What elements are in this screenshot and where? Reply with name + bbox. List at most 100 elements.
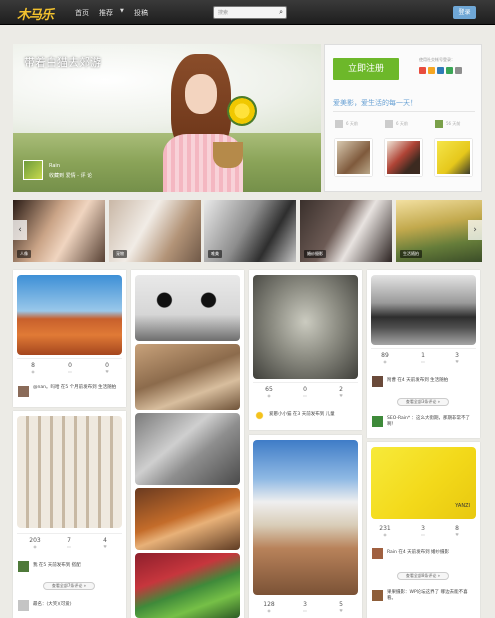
sun-icon[interactable] xyxy=(254,410,265,421)
view-all-comments-button[interactable]: 查看全部7条评论 » xyxy=(43,582,95,590)
login-button[interactable]: 登录 xyxy=(453,6,476,19)
recent-photo-thumb[interactable] xyxy=(435,139,472,176)
avatar[interactable] xyxy=(372,376,383,387)
photo-bicycle-couple[interactable]: YANZI xyxy=(371,447,476,519)
nav-link-recommend[interactable]: 推荐 xyxy=(99,8,113,18)
heart-icon[interactable]: ♥ xyxy=(331,393,351,398)
carousel-next-icon[interactable]: › xyxy=(468,220,482,240)
carousel-item-wedding[interactable]: 婚纱摄影 xyxy=(300,200,392,262)
douban-icon[interactable] xyxy=(446,67,453,74)
carousel-prev-icon[interactable]: ‹ xyxy=(13,220,27,240)
photo-llama-girl[interactable] xyxy=(253,440,358,595)
heart-icon[interactable]: ♥ xyxy=(447,359,467,364)
comments-count: 3 ▭ xyxy=(295,601,315,613)
photo-kangaroos[interactable] xyxy=(135,344,240,410)
photo-foxes[interactable] xyxy=(135,488,240,550)
stat-value: 8 xyxy=(455,525,459,532)
user-icon xyxy=(335,120,343,128)
view-all-comments-button[interactable]: 查看全部3条评论 » xyxy=(397,398,449,406)
stat-value: 128 xyxy=(263,601,275,608)
comments-count: 0 ▭ xyxy=(60,362,80,374)
weibo-icon[interactable] xyxy=(419,67,426,74)
likes-count: 8 ♥ xyxy=(447,525,467,537)
views-count: 65 ◉ xyxy=(259,386,279,398)
recent-photo-thumb[interactable] xyxy=(335,139,372,176)
divider xyxy=(371,348,476,349)
photo-vintage-car[interactable] xyxy=(371,275,476,345)
card-comment: @nan。吗哈 在5 个月前发布到 生活随拍 xyxy=(33,385,117,390)
stat-value: 203 xyxy=(29,537,41,544)
photo-caption: YANZI xyxy=(455,503,470,509)
avatar[interactable] xyxy=(23,160,43,180)
avatar[interactable] xyxy=(18,561,29,572)
hero-meta: 收藏到 爱情 - 评 论 xyxy=(49,173,93,179)
stat-value: 7 xyxy=(67,537,71,544)
comments-count: 1 ▭ xyxy=(413,352,433,364)
eye-icon: ◉ xyxy=(383,359,387,364)
card-comment: 附曹 在4 天前发布到 生活随拍 xyxy=(387,378,449,383)
eye-icon: ◉ xyxy=(31,369,35,374)
search-placeholder: 搜索 xyxy=(218,10,229,16)
stat-value: 3 xyxy=(303,601,307,608)
avatar[interactable] xyxy=(18,600,29,611)
recent-photo-thumb[interactable] xyxy=(385,139,422,176)
views-count: 89 ◉ xyxy=(375,352,395,364)
photo-bears-shelf[interactable] xyxy=(17,416,122,528)
photo-card: 8 ◉ 0 ▭ 0 ♥ @nan。吗哈 在5 个月前发布到 生活随拍 xyxy=(13,270,126,407)
stat-value: 2 xyxy=(339,386,343,393)
card-comment: 最名：(大笑)(可爱) xyxy=(33,602,72,607)
heart-icon[interactable]: ♥ xyxy=(97,369,117,374)
slogan: 爱美影，爱生活的每一天！ xyxy=(333,99,417,107)
photo-card-collage xyxy=(131,270,244,618)
divider xyxy=(17,358,122,359)
tencent-icon[interactable] xyxy=(455,67,462,74)
hero-banner[interactable]: 带着白猫去郊游 Rain 收藏到 爱情 - 评 论 xyxy=(13,44,321,192)
carousel-tag: 婚纱摄影 xyxy=(304,250,326,258)
avatar[interactable] xyxy=(372,416,383,427)
likes-count: 4 ♥ xyxy=(95,537,115,549)
search-input[interactable]: 搜索 ⌕ xyxy=(213,6,287,19)
carousel-item-pets[interactable]: 宠物 xyxy=(109,200,201,262)
photo-parrots[interactable] xyxy=(135,553,240,618)
heart-icon[interactable]: ♥ xyxy=(331,608,351,613)
carousel-tag: 生活随拍 xyxy=(400,250,422,258)
avatar[interactable] xyxy=(372,548,383,559)
qq-icon[interactable] xyxy=(428,67,435,74)
nav-link-submit[interactable]: 投稿 xyxy=(134,8,148,18)
chevron-down-icon[interactable]: ▼ xyxy=(120,8,124,14)
divider xyxy=(253,382,358,383)
heart-icon[interactable]: ♥ xyxy=(95,544,115,549)
user-time-3: 56 天前 xyxy=(446,121,461,126)
stat-value: 65 xyxy=(265,386,273,393)
renren-icon[interactable] xyxy=(437,67,444,74)
register-button[interactable]: 立即注册 xyxy=(333,58,399,80)
view-all-comments-button[interactable]: 查看全部8条评论 » xyxy=(397,572,449,580)
hero-photo-flowers xyxy=(227,96,257,126)
stat-value: 3 xyxy=(455,352,459,359)
photo-cats[interactable] xyxy=(135,413,240,485)
photo-pandas[interactable] xyxy=(135,275,240,341)
views-count: 8 ◉ xyxy=(23,362,43,374)
hero-title[interactable]: 带着白猫去郊游 xyxy=(24,54,101,70)
stat-value: 231 xyxy=(379,525,391,532)
user-time-1: 6 天前 xyxy=(346,121,358,126)
user-icon xyxy=(385,120,393,128)
carousel-item-aesthetic[interactable]: 唯美 xyxy=(204,200,296,262)
hero-username[interactable]: Rain xyxy=(49,163,60,169)
views-count: 203 ◉ xyxy=(25,537,45,549)
nav-link-home[interactable]: 首页 xyxy=(75,8,89,18)
hero-photo-face xyxy=(185,74,217,114)
social-login-title: 使用社交帐号登录： xyxy=(419,57,455,62)
photo-card: 89 ◉ 1 ▭ 3 ♥ 附曹 在4 天前发布到 生活随拍 查看全部3条评论 » SE… xyxy=(367,270,480,438)
avatar[interactable] xyxy=(372,590,383,601)
avatar[interactable] xyxy=(18,386,29,397)
likes-count: 5 ♥ xyxy=(331,601,351,613)
search-icon[interactable]: ⌕ xyxy=(279,8,283,17)
site-logo[interactable]: 木马乐 xyxy=(17,4,54,23)
category-carousel: 人像 宠物 唯美 婚纱摄影 生活随拍 ‹ › xyxy=(13,200,482,262)
photo-desert[interactable] xyxy=(17,275,122,355)
heart-icon[interactable]: ♥ xyxy=(447,532,467,537)
photo-dog-cat[interactable] xyxy=(253,275,358,379)
social-login-icons xyxy=(419,67,464,76)
comments-count: 3 ▭ xyxy=(413,525,433,537)
